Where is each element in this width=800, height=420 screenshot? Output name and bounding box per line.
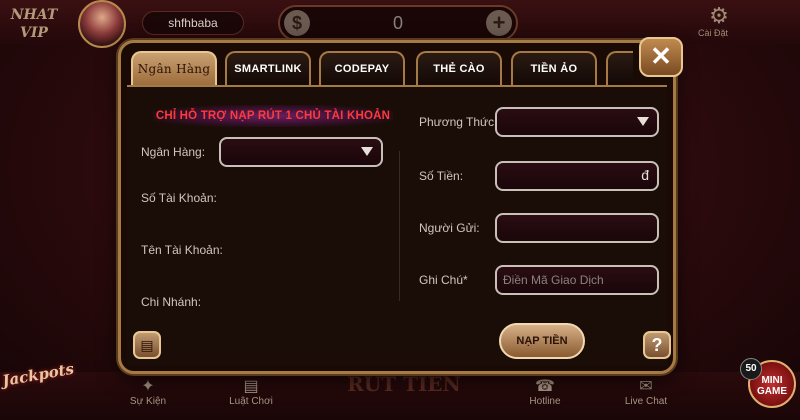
note-placeholder: Điền Mã Giao Dịch xyxy=(503,273,604,287)
settings-button[interactable]: ⚙ Cài Đặt xyxy=(698,4,740,44)
settings-label: Cài Đặt xyxy=(698,28,729,38)
account-number-label: Số Tài Khoản: xyxy=(141,191,217,205)
branch-label: Chi Nhánh: xyxy=(141,295,202,309)
rules-icon: ▤ xyxy=(243,378,259,395)
help-icon[interactable]: ? xyxy=(643,331,671,359)
add-balance-button[interactable]: + xyxy=(486,10,512,36)
gear-icon: ⚙ xyxy=(709,3,729,28)
deposit-dialog: Ngân Hàng SMARTLINK CODEPAY THẺ CÀO TIỀN… xyxy=(118,37,683,374)
tab-smartlink[interactable]: SMARTLINK xyxy=(225,51,311,87)
nav-events-label: Sự Kiện xyxy=(129,396,167,407)
nav-live-chat-label: Live Chat xyxy=(624,396,668,407)
tab-codepay[interactable]: CODEPAY xyxy=(319,51,405,87)
nav-events[interactable]: ✦ Sự Kiện xyxy=(118,378,178,407)
note-label: Ghi Chú* xyxy=(419,273,468,287)
tab-more[interactable]: G xyxy=(606,51,633,87)
method-select[interactable] xyxy=(495,107,659,137)
balance-amount: 0 xyxy=(392,13,403,33)
dollar-icon: $ xyxy=(284,10,310,36)
account-name-label: Tên Tài Khoản: xyxy=(141,243,223,257)
history-icon[interactable]: ▤ xyxy=(133,331,161,359)
tab-bar: Ngân Hàng SMARTLINK CODEPAY THẺ CÀO TIỀN… xyxy=(129,49,633,87)
chevron-down-icon xyxy=(361,147,373,156)
nav-hotline[interactable]: ☎ Hotline xyxy=(515,378,575,407)
brand-logo: NHAT VIP xyxy=(10,7,58,41)
sender-label: Người Gửi: xyxy=(419,221,480,235)
deposit-submit-button[interactable]: NẠP TIỀN xyxy=(499,323,585,359)
nav-rules-label: Luật Chơi xyxy=(229,396,273,407)
chat-icon: ✉ xyxy=(639,378,653,395)
sender-input[interactable] xyxy=(495,213,659,243)
tab-card[interactable]: THẺ CÀO xyxy=(416,51,502,87)
notice-banner: CHỈ HỖ TRỢ NẠP RÚT 1 CHỦ TÀI KHOẢN xyxy=(153,105,393,127)
nav-live-chat[interactable]: ✉ Live Chat xyxy=(616,378,676,407)
amount-label: Số Tiền: xyxy=(419,169,464,183)
bank-label: Ngân Hàng: xyxy=(141,145,206,159)
amount-input[interactable]: đ xyxy=(495,161,659,191)
balance-box: $ 0 + xyxy=(278,5,518,41)
method-label: Phương Thức: xyxy=(419,115,498,129)
bank-select[interactable] xyxy=(219,137,383,167)
nav-rules[interactable]: ▤ Luật Chơi xyxy=(221,378,281,407)
withdraw-banner-text: RÚT TIỀN xyxy=(347,372,461,396)
phone-icon: ☎ xyxy=(535,378,555,395)
tab-crypto[interactable]: TIỀN ẢO xyxy=(511,51,597,87)
currency-suffix: đ xyxy=(641,167,649,183)
note-input[interactable]: Điền Mã Giao Dịch xyxy=(495,265,659,295)
minigame-badge: 50 xyxy=(740,358,762,380)
column-divider xyxy=(399,151,400,301)
tab-bank[interactable]: Ngân Hàng xyxy=(131,51,217,87)
nav-hotline-label: Hotline xyxy=(529,396,561,407)
event-icon: ✦ xyxy=(141,378,155,395)
jackpot-logo[interactable]: Jackpots xyxy=(0,339,77,410)
bank-deposit-panel: CHỈ HỖ TRỢ NẠP RÚT 1 CHỦ TÀI KHOẢN Ngân … xyxy=(127,85,671,365)
username-display: shfhbaba xyxy=(142,11,244,35)
close-button[interactable]: ✕ xyxy=(639,37,683,77)
avatar[interactable] xyxy=(78,0,126,48)
chevron-down-icon xyxy=(637,117,649,126)
